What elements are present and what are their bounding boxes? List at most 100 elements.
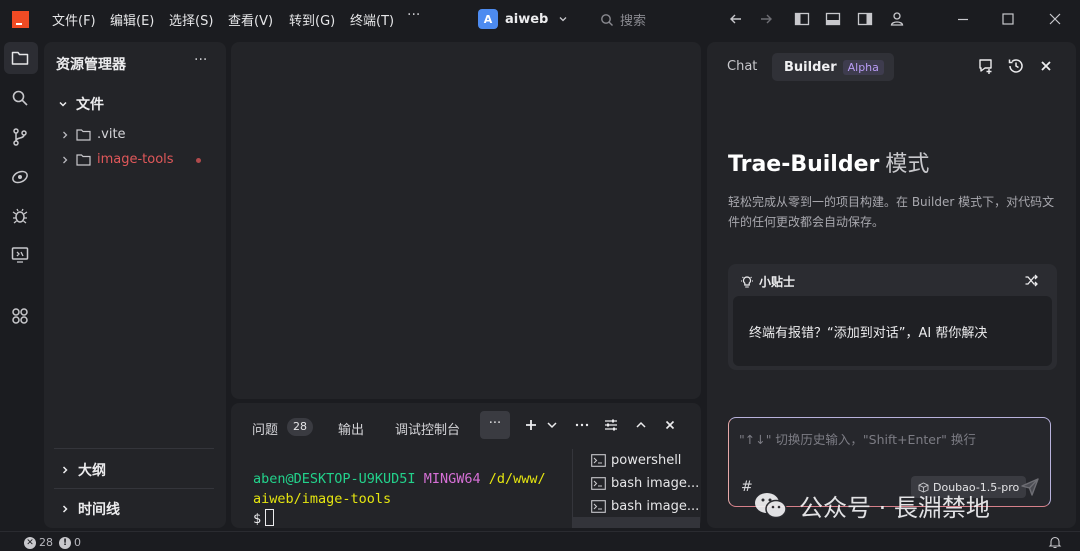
terminal-path-1: /d/www/ [488, 471, 546, 487]
terminal-session-powershell[interactable]: powershell [591, 453, 681, 468]
chevron-right-icon [62, 505, 68, 513]
panel-more-tabs-button[interactable]: ··· [480, 411, 510, 439]
close-panel-icon[interactable] [662, 417, 678, 433]
divider [54, 488, 214, 489]
context-hash-button[interactable]: # [741, 479, 753, 495]
workspace-name: aiweb [505, 11, 549, 27]
workspace-avatar: A [478, 9, 498, 29]
menu-more-button[interactable]: ··· [407, 7, 420, 23]
notification-bell-icon[interactable] [1048, 535, 1062, 549]
toggle-secondary-sidebar-icon[interactable] [857, 11, 873, 27]
send-icon[interactable] [1020, 477, 1040, 497]
new-terminal-icon[interactable] [523, 417, 539, 433]
timeline-section-header[interactable]: 时间线 [60, 499, 120, 519]
bug-icon[interactable] [10, 206, 30, 226]
source-control-icon[interactable] [10, 127, 30, 147]
tab-output[interactable]: 输出 [338, 419, 364, 438]
terminal-output[interactable]: aben@DESKTOP-U9KUD5I MINGW64 /d/www/ aiw… [253, 469, 546, 529]
toggle-panel-icon[interactable] [825, 11, 841, 27]
close-window-icon[interactable] [1047, 11, 1063, 27]
chevron-right-icon [62, 466, 68, 474]
tab-problems[interactable]: 问题 [252, 419, 278, 438]
terminal-icon [591, 454, 606, 467]
builder-panel: Chat Builder Alpha Trae-Builder 模式 轻松完成从零… [707, 42, 1076, 528]
explorer-more-button[interactable]: ··· [194, 52, 207, 68]
more-actions-icon[interactable] [574, 417, 590, 433]
outline-section-header[interactable]: 大纲 [60, 460, 106, 480]
files-section-label: 文件 [76, 97, 104, 113]
menu-view[interactable]: 查看(V) [228, 10, 273, 29]
menu-go[interactable]: 转到(G) [289, 10, 335, 29]
history-icon[interactable] [1007, 57, 1025, 75]
back-arrow-icon[interactable] [728, 11, 744, 27]
builder-description: 轻松完成从零到一的项目构建。在 Builder 模式下，对代码文件的任何更改都会… [728, 195, 1055, 229]
terminal-session-label: bash image... [611, 476, 700, 491]
account-icon[interactable] [889, 11, 905, 27]
shuffle-icon[interactable] [1024, 273, 1039, 288]
terminal-prompt: $ [253, 511, 262, 527]
menu-file[interactable]: 文件(F) [52, 10, 96, 29]
tab-chat[interactable]: Chat [727, 59, 757, 74]
terminal-session-label: powershell [611, 453, 682, 468]
chevron-up-icon[interactable] [633, 417, 649, 433]
search-input[interactable]: 搜索 [600, 10, 646, 29]
tree-item-image-tools[interactable]: image-tools [60, 152, 174, 167]
tab-debug-console[interactable]: 调试控制台 [395, 419, 460, 438]
terminal-env: MINGW64 [423, 471, 481, 487]
menu-edit[interactable]: 编辑(E) [110, 10, 154, 29]
terminal-session-label: bash image... [611, 499, 700, 514]
explorer-title: 资源管理器 [56, 57, 126, 73]
minimize-icon[interactable] [955, 11, 971, 27]
lightbulb-icon [741, 275, 753, 288]
toggle-sidebar-icon[interactable] [794, 11, 810, 27]
timeline-section-label: 时间线 [78, 502, 120, 518]
outline-section-label: 大纲 [78, 463, 106, 479]
extensions-icon[interactable] [10, 306, 30, 326]
builder-title-main: Trae-Builder [728, 152, 880, 177]
editor-area[interactable] [231, 42, 701, 399]
remote-monitor-icon[interactable] [10, 245, 30, 265]
status-problems[interactable]: ✕ 28 ! 0 [24, 536, 81, 549]
panel-settings-icon[interactable] [603, 417, 619, 433]
alpha-badge: Alpha [842, 59, 884, 75]
close-icon[interactable] [1037, 57, 1055, 75]
chevron-right-icon [63, 131, 68, 138]
terminal-panel: 问题 28 输出 调试控制台 ··· aben@DESKTOP-U9KUD5I … [231, 403, 701, 528]
run-debug-icon[interactable] [10, 167, 30, 187]
chat-input-placeholder: "↑↓" 切换历史输入，"Shift+Enter" 换行 [739, 432, 976, 447]
tree-item-label: image-tools [97, 152, 174, 167]
chevron-down-icon [59, 101, 67, 107]
terminal-session-bash-1[interactable]: bash image... [591, 476, 699, 491]
watermark-text: 公众号 · 長淵禁地 [799, 494, 990, 522]
tab-builder[interactable]: Builder Alpha [772, 53, 894, 81]
terminal-icon [591, 477, 606, 490]
status-error-count: 28 [39, 536, 53, 549]
terminal-session-bash-2[interactable]: bash image... [591, 499, 699, 514]
builder-title-mode: 模式 [885, 152, 930, 177]
wechat-watermark: 公众号 · 長淵禁地 [753, 488, 990, 523]
terminal-user-host: aben@DESKTOP-U9KUD5I [253, 471, 416, 487]
error-dot-indicator [196, 158, 201, 163]
tips-body: 终端有报错？“添加到对话”，AI 帮你解决 [733, 296, 1052, 366]
search-icon[interactable] [10, 88, 30, 108]
tree-item-vite[interactable]: .vite [60, 127, 126, 142]
forward-arrow-icon[interactable] [758, 11, 774, 27]
maximize-icon[interactable] [1000, 11, 1016, 27]
terminal-session-active-highlight [573, 517, 700, 528]
files-section-header[interactable]: 文件 [58, 94, 104, 114]
terminal-path-2: aiweb/image-tools [253, 491, 392, 507]
workspace-switcher[interactable]: A aiweb [478, 8, 568, 30]
menu-selection[interactable]: 选择(S) [169, 10, 213, 29]
app-logo [12, 11, 29, 28]
tree-item-label: .vite [97, 127, 126, 142]
error-icon: ✕ [24, 536, 36, 549]
new-chat-icon[interactable] [977, 57, 995, 75]
chevron-down-icon[interactable] [544, 417, 560, 433]
builder-title: Trae-Builder 模式 [728, 146, 929, 178]
tips-card: 小贴士 终端有报错？“添加到对话”，AI 帮你解决 [728, 264, 1057, 370]
explorer-files-icon[interactable] [10, 48, 30, 68]
search-icon [601, 13, 613, 26]
title-bar: 文件(F) 编辑(E) 选择(S) 查看(V) 转到(G) 终端(T) ··· … [0, 0, 1080, 38]
tips-text: 终端有报错？“添加到对话”，AI 帮你解决 [749, 326, 988, 341]
menu-terminal[interactable]: 终端(T) [350, 10, 394, 29]
